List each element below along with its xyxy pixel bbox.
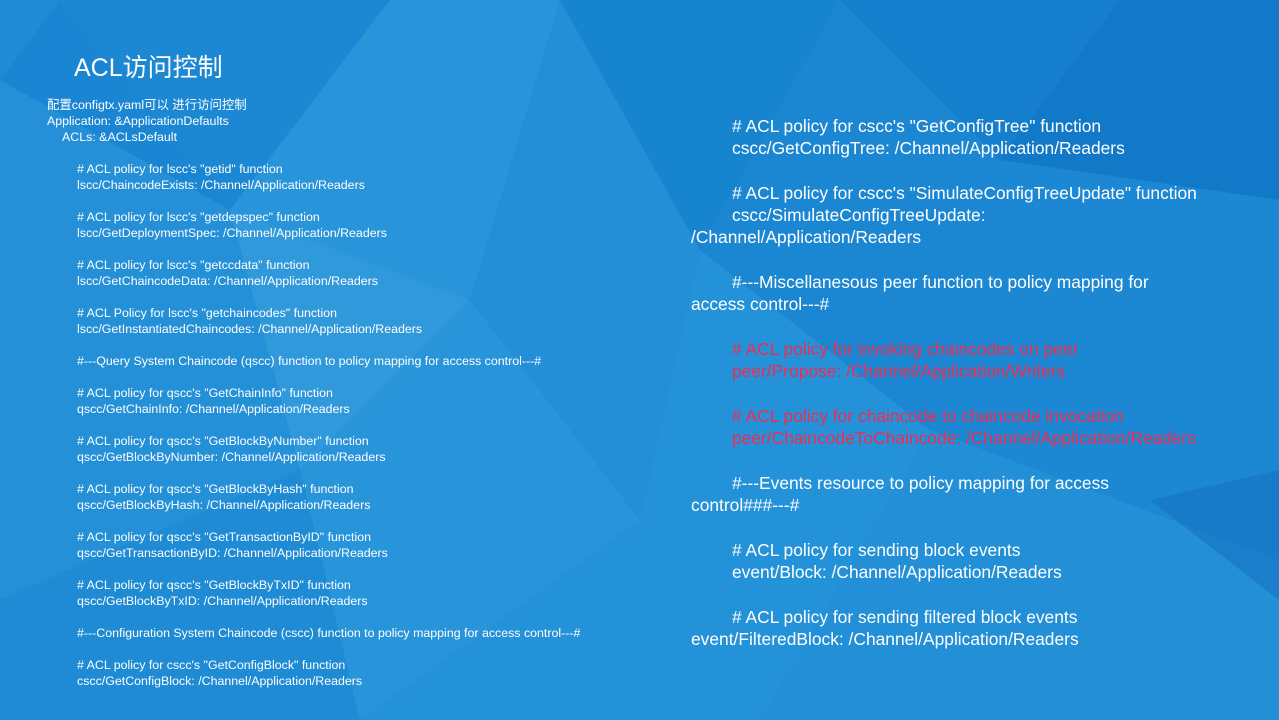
highlighted-acl-block: # ACL policy for invoking chaincodes on … <box>691 338 1261 383</box>
config-line: # ACL policy for qscc's "GetBlockByNumbe… <box>77 434 369 448</box>
config-line: qscc/GetBlockByHash: /Channel/Applicatio… <box>77 498 371 512</box>
config-line: lscc/GetDeploymentSpec: /Channel/Applica… <box>77 226 387 240</box>
config-line: peer/Propose: /Channel/Application/Write… <box>732 361 1066 382</box>
config-line: ACLs: &ACLsDefault <box>62 130 178 144</box>
config-line: #---Miscellanesous peer function to poli… <box>732 272 1149 293</box>
config-line: # ACL policy for lscc's "getid" function <box>77 162 283 176</box>
config-line: # ACL policy for qscc's "GetBlockByTxID"… <box>77 578 351 592</box>
right-code-column: # ACL policy for cscc's "GetConfigTree" … <box>691 115 1261 672</box>
config-line: access control---# <box>691 294 830 315</box>
config-line: # ACL policy for qscc's "GetBlockByHash"… <box>77 482 354 496</box>
config-line: Application: &ApplicationDefaults <box>47 114 229 128</box>
config-line: #---Events resource to policy mapping fo… <box>732 472 1109 493</box>
config-line: #---Configuration System Chaincode (cscc… <box>77 626 581 640</box>
config-line: # ACL policy for sending filtered block … <box>732 606 1078 627</box>
config-line: # ACL policy for cscc's "GetConfigTree" … <box>732 116 1102 136</box>
config-line: qscc/GetBlockByTxID: /Channel/Applicatio… <box>77 594 368 608</box>
acl-block: #---Miscellanesous peer function to poli… <box>691 271 1261 316</box>
config-line: # ACL policy for cscc's "SimulateConfigT… <box>732 182 1197 203</box>
acl-block: # ACL policy for sending filtered block … <box>691 606 1261 651</box>
config-line: lscc/GetChaincodeData: /Channel/Applicat… <box>77 274 378 288</box>
config-line: #---Query System Chaincode (qscc) functi… <box>77 354 542 368</box>
acl-block: # ACL policy for cscc's "SimulateConfigT… <box>691 182 1261 249</box>
config-line: event/FilteredBlock: /Channel/Applicatio… <box>691 628 1079 649</box>
acl-block: # ACL policy for sending block events eve… <box>691 539 1261 584</box>
config-line: qscc/GetChainInfo: /Channel/Application/… <box>77 402 350 416</box>
config-line: lscc/ChaincodeExists: /Channel/Applicati… <box>77 178 365 192</box>
config-line: # ACL Policy for lscc's "getchaincodes" … <box>77 306 338 320</box>
config-line: qscc/GetBlockByNumber: /Channel/Applicat… <box>77 450 386 464</box>
config-line: # ACL policy for qscc's "GetChainInfo" f… <box>77 386 333 400</box>
highlighted-acl-block: # ACL policy for chaincode to chaincode … <box>691 405 1261 450</box>
config-line: 配置configtx.yaml可以 进行访问控制 <box>47 98 247 112</box>
config-line: control###---# <box>691 495 800 516</box>
config-line: /Channel/Application/Readers <box>691 227 922 248</box>
config-line: cscc/GetConfigTree: /Channel/Application… <box>732 138 1125 159</box>
acl-block: # ACL policy for cscc's "GetConfigTree" … <box>691 115 1261 160</box>
config-line: # ACL policy for invoking chaincodes on … <box>732 338 1079 359</box>
left-code-column: 配置configtx.yaml可以 进行访问控制 Application: &Ap… <box>47 97 667 689</box>
config-line: qscc/GetTransactionByID: /Channel/Applic… <box>77 546 388 560</box>
config-line: # ACL policy for qscc's "GetTransactionB… <box>77 530 371 544</box>
config-line: # ACL policy for chaincode to chaincode … <box>732 405 1124 426</box>
config-line: event/Block: /Channel/Application/Reader… <box>732 561 1062 582</box>
config-line: peer/ChaincodeToChaincode: /Channel/Appl… <box>732 428 1197 449</box>
config-line: # ACL policy for cscc's "GetConfigBlock"… <box>77 658 346 672</box>
config-line: cscc/GetConfigBlock: /Channel/Applicatio… <box>77 674 363 688</box>
config-line: cscc/SimulateConfigTreeUpdate: <box>732 205 986 226</box>
config-line: # ACL policy for lscc's "getccdata" func… <box>77 258 310 272</box>
config-line: # ACL policy for sending block events <box>732 539 1021 560</box>
acl-block: #---Events resource to policy mapping fo… <box>691 472 1261 517</box>
page-title: ACL访问控制 <box>74 54 223 82</box>
config-line: lscc/GetInstantiatedChaincodes: /Channel… <box>77 322 423 336</box>
config-line: # ACL policy for lscc's "getdepspec" fun… <box>77 210 320 224</box>
